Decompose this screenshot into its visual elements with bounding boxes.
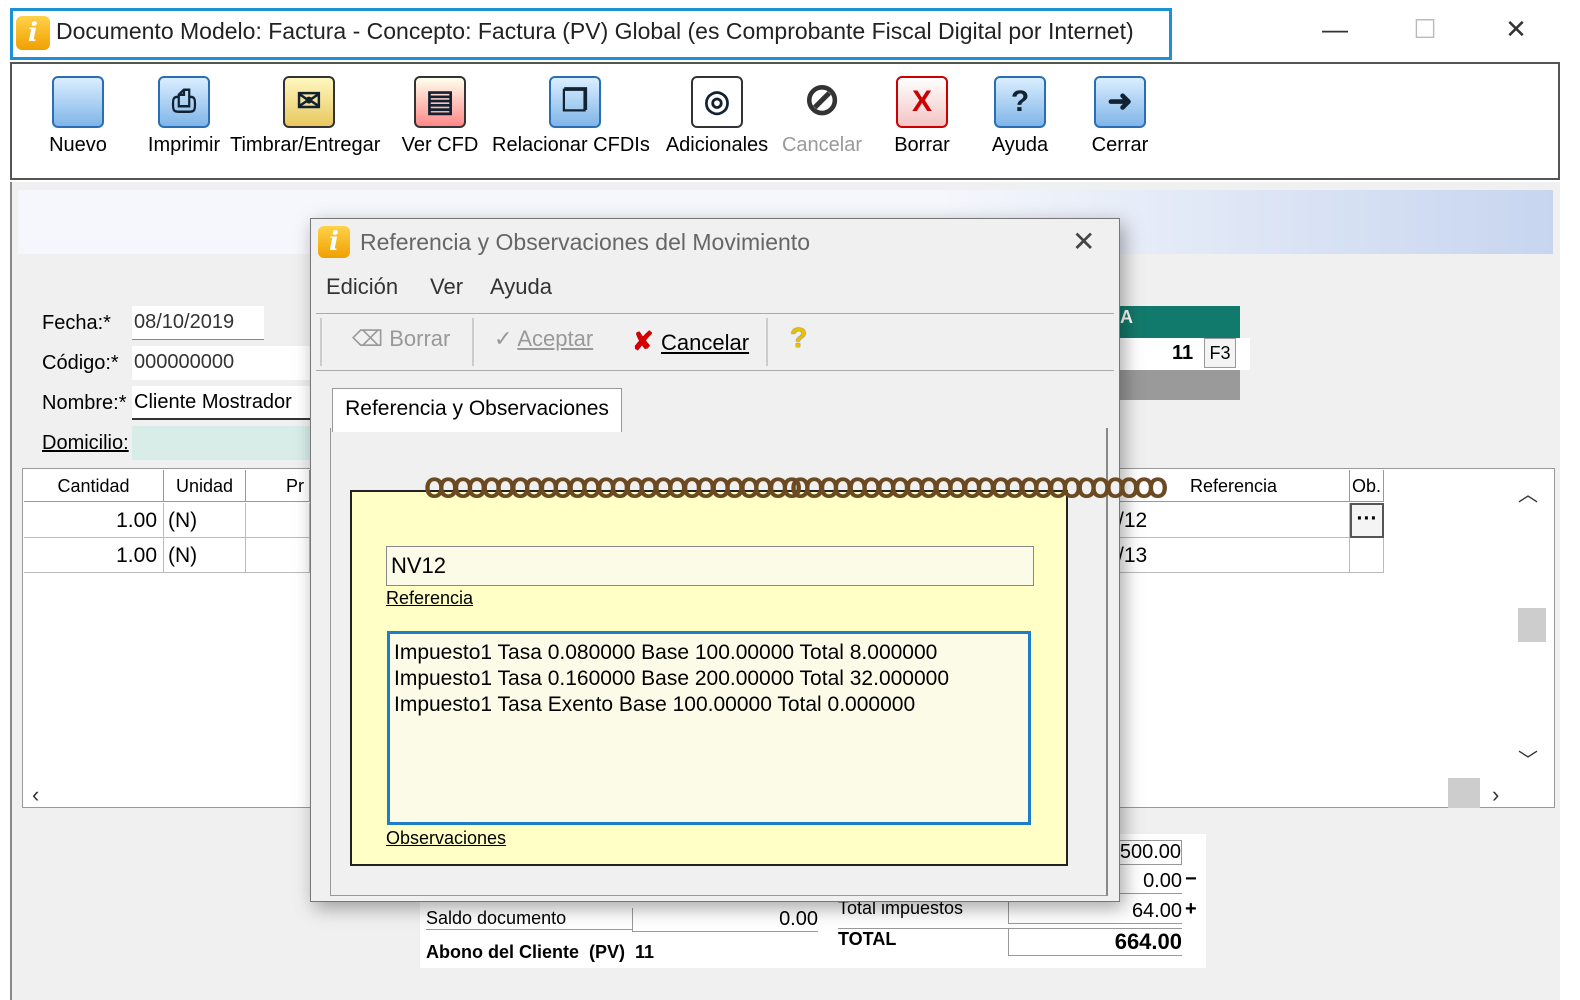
referencia-label: Referencia bbox=[386, 588, 474, 608]
nombre-field[interactable]: Cliente Mostrador bbox=[132, 386, 312, 420]
vertical-scroll-thumb[interactable] bbox=[1518, 608, 1546, 642]
tab-referencia-observaciones[interactable]: Referencia y Observaciones bbox=[332, 388, 622, 432]
imprimir-button[interactable]: ⎙ Imprimir bbox=[134, 76, 234, 157]
total-value: 664.00 bbox=[1008, 928, 1182, 956]
toolbar-separator-2 bbox=[766, 318, 768, 366]
delete-x-icon: X bbox=[896, 76, 948, 128]
view-cfd-icon: ▤ bbox=[414, 76, 466, 128]
adicionales-button[interactable]: ◎ Adicionales bbox=[662, 76, 772, 157]
dialog-app-icon: i bbox=[318, 226, 350, 258]
cancel-circle-icon: ⊘ bbox=[796, 76, 848, 128]
col-unidad[interactable]: Unidad bbox=[164, 470, 246, 502]
new-document-icon bbox=[52, 76, 104, 128]
relate-cfdi-icon: ❐ bbox=[549, 76, 601, 128]
row2-unidad[interactable]: (N) bbox=[164, 538, 246, 573]
fecha-field[interactable]: 08/10/2019 bbox=[132, 306, 264, 340]
red-x-icon: ✘ bbox=[632, 326, 662, 356]
minus-icon: − bbox=[1185, 868, 1197, 890]
horizontal-scroll-thumb[interactable] bbox=[1448, 778, 1480, 808]
row1-cantidad[interactable]: 1.00 bbox=[24, 503, 164, 538]
observaciones-textarea[interactable]: Impuesto1 Tasa 0.080000 Base 100.00000 T… bbox=[387, 631, 1031, 825]
spiral-binding-left-icon: ꝏꝏꝏꝏꝏꝏꝏꝏꝏꝏꝏꝏꝏ bbox=[424, 467, 802, 505]
col-cantidad[interactable]: Cantidad bbox=[24, 470, 164, 502]
toolbar-grip bbox=[320, 318, 322, 366]
row2-ob[interactable] bbox=[1350, 538, 1384, 573]
menu-ver[interactable]: Ver bbox=[430, 274, 463, 300]
help-icon: ? bbox=[994, 76, 1046, 128]
maximize-button[interactable]: ☐ bbox=[1405, 14, 1445, 45]
menu-ayuda[interactable]: Ayuda bbox=[490, 274, 552, 300]
dialog-close-icon[interactable]: ✕ bbox=[1072, 225, 1095, 258]
col-producto[interactable]: Pr bbox=[246, 470, 310, 502]
dock-value: 11 bbox=[1172, 342, 1194, 364]
help-question-icon[interactable]: ? bbox=[790, 322, 807, 354]
app-logo-icon: i bbox=[16, 16, 50, 50]
total-label: TOTAL bbox=[838, 928, 1008, 950]
row1-referencia[interactable]: /12 bbox=[1118, 503, 1350, 538]
dialog-borrar-button[interactable]: ⌫ Borrar bbox=[352, 326, 450, 352]
spiral-binding-right-icon: ꝏꝏꝏꝏꝏꝏꝏꝏꝏꝏꝏꝏꝏ bbox=[790, 467, 1168, 505]
stamp-deliver-icon: ✉ bbox=[283, 76, 335, 128]
row2-producto[interactable] bbox=[246, 538, 310, 573]
eraser-icon: ⌫ bbox=[352, 326, 390, 351]
toolbar-separator bbox=[472, 318, 474, 366]
domicilio-label: Domicilio: bbox=[42, 432, 129, 454]
menu-edicion[interactable]: Edición bbox=[326, 274, 398, 300]
timbrar-entregar-button[interactable]: ✉ Timbrar/Entregar bbox=[230, 76, 380, 157]
nuevo-button[interactable]: Nuevo bbox=[28, 76, 128, 157]
referencia-input[interactable]: NV12 bbox=[386, 546, 1034, 586]
borrar-button[interactable]: X Borrar bbox=[872, 76, 972, 157]
cancelar-button[interactable]: ⊘ Cancelar bbox=[772, 76, 872, 157]
saldo-value: 0.00 bbox=[632, 908, 818, 932]
saldo-label: Saldo documento bbox=[426, 908, 632, 930]
ver-cfd-button[interactable]: ▤ Ver CFD bbox=[390, 76, 490, 157]
row1-producto[interactable] bbox=[246, 503, 310, 538]
dialog-cancelar-button[interactable]: ✘ Cancelar bbox=[632, 326, 749, 357]
row1-unidad[interactable]: (N) bbox=[164, 503, 246, 538]
dock-header: A bbox=[1118, 306, 1240, 338]
relacionar-cfdis-button[interactable]: ❐ Relacionar CFDIs bbox=[492, 76, 650, 157]
scroll-down-icon[interactable]: ﹀ bbox=[1518, 744, 1538, 773]
codigo-label: Código:* bbox=[42, 352, 119, 374]
nombre-label: Nombre:* bbox=[42, 392, 127, 414]
dialog-title: Referencia y Observaciones del Movimient… bbox=[360, 229, 810, 255]
scroll-left-icon[interactable]: ‹ bbox=[32, 782, 39, 808]
window-title: Documento Modelo: Factura - Concepto: Fa… bbox=[56, 18, 1134, 44]
observaciones-label: Observaciones bbox=[386, 828, 507, 848]
row2-cantidad[interactable]: 1.00 bbox=[24, 538, 164, 573]
scroll-right-icon[interactable]: › bbox=[1492, 782, 1499, 808]
plus-icon: + bbox=[1185, 898, 1197, 920]
additional-icon: ◎ bbox=[691, 76, 743, 128]
minimize-button[interactable]: — bbox=[1315, 14, 1355, 45]
checkmark-icon: ✓ bbox=[494, 326, 518, 351]
impuestos-value: 64.00 bbox=[1008, 900, 1182, 924]
domicilio-field[interactable] bbox=[132, 426, 312, 460]
close-window-button[interactable]: ✕ bbox=[1496, 14, 1536, 45]
col-ob[interactable]: Ob. bbox=[1350, 470, 1384, 502]
dialog-aceptar-button[interactable]: ✓ Aceptar bbox=[494, 326, 593, 352]
row2-referencia[interactable]: /13 bbox=[1118, 538, 1350, 573]
exit-door-icon: ➜ bbox=[1094, 76, 1146, 128]
ayuda-button[interactable]: ? Ayuda bbox=[970, 76, 1070, 157]
subtotal-value: 500.00 bbox=[1118, 840, 1182, 865]
cerrar-button[interactable]: ➜ Cerrar bbox=[1070, 76, 1170, 157]
abono-label: Abono del Cliente (PV) 11 bbox=[426, 942, 655, 962]
descuento-value: 0.00 bbox=[1118, 870, 1182, 894]
dock-bar bbox=[1118, 370, 1240, 400]
codigo-field[interactable]: 000000000 bbox=[132, 346, 312, 380]
row1-ob-button[interactable]: ··· bbox=[1350, 503, 1384, 538]
printer-icon: ⎙ bbox=[158, 76, 210, 128]
f3-button[interactable]: F3 bbox=[1204, 338, 1236, 368]
scroll-up-icon[interactable]: ︿ bbox=[1518, 478, 1538, 507]
fecha-label: Fecha:* bbox=[42, 312, 111, 334]
